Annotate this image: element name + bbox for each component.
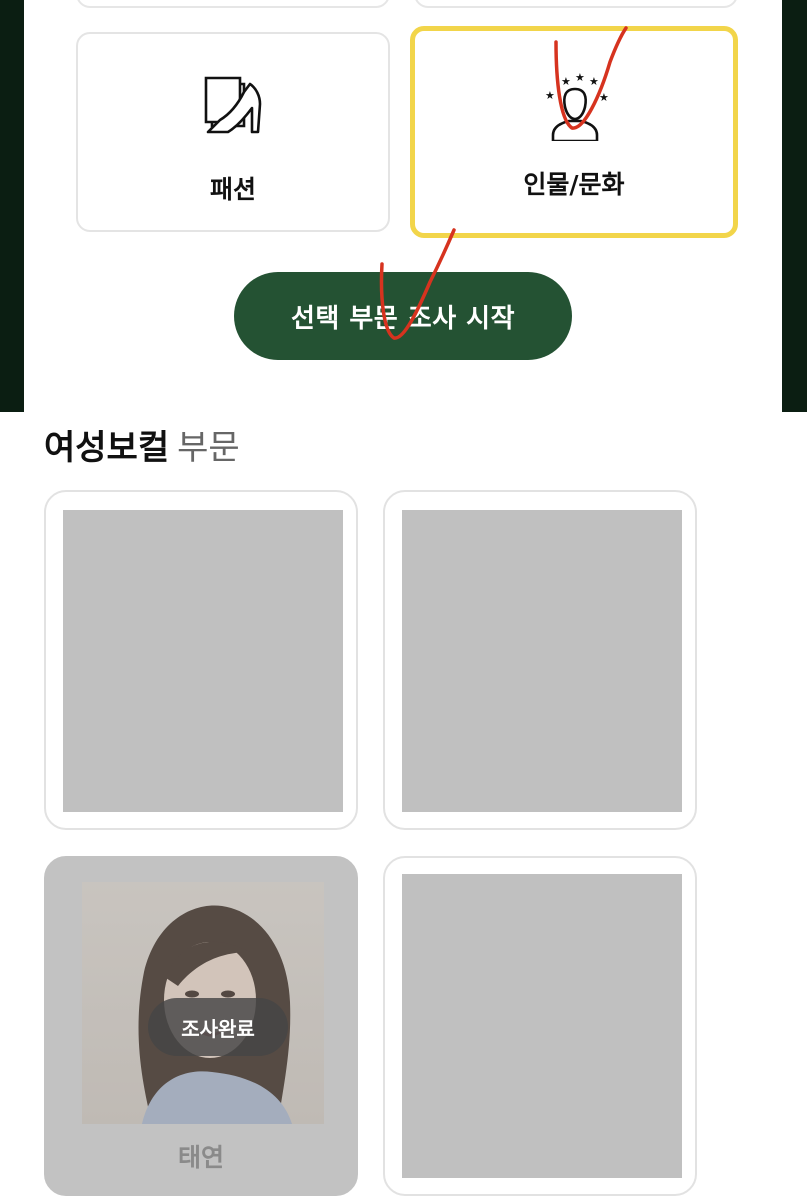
candidate-card-completed[interactable]: 조사완료 태연 (44, 856, 358, 1196)
candidate-card[interactable] (44, 490, 358, 830)
section-title-sub: 부문 (177, 428, 240, 468)
annotation-marks (379, 26, 628, 340)
candidate-image-placeholder (63, 510, 343, 812)
candidate-card[interactable] (383, 490, 697, 830)
section-title: 여성보컬 부문 (44, 420, 240, 469)
annotation-check-mark (554, 26, 628, 130)
candidate-image-placeholder (402, 874, 682, 1178)
annotation-check-mark (379, 228, 456, 340)
section-title-main: 여성보컬 (44, 428, 170, 468)
candidate-name: 태연 (177, 1143, 224, 1172)
candidate-card[interactable] (383, 856, 697, 1196)
survey-complete-badge: 조사완료 (148, 998, 288, 1056)
candidate-image-placeholder (402, 510, 682, 812)
